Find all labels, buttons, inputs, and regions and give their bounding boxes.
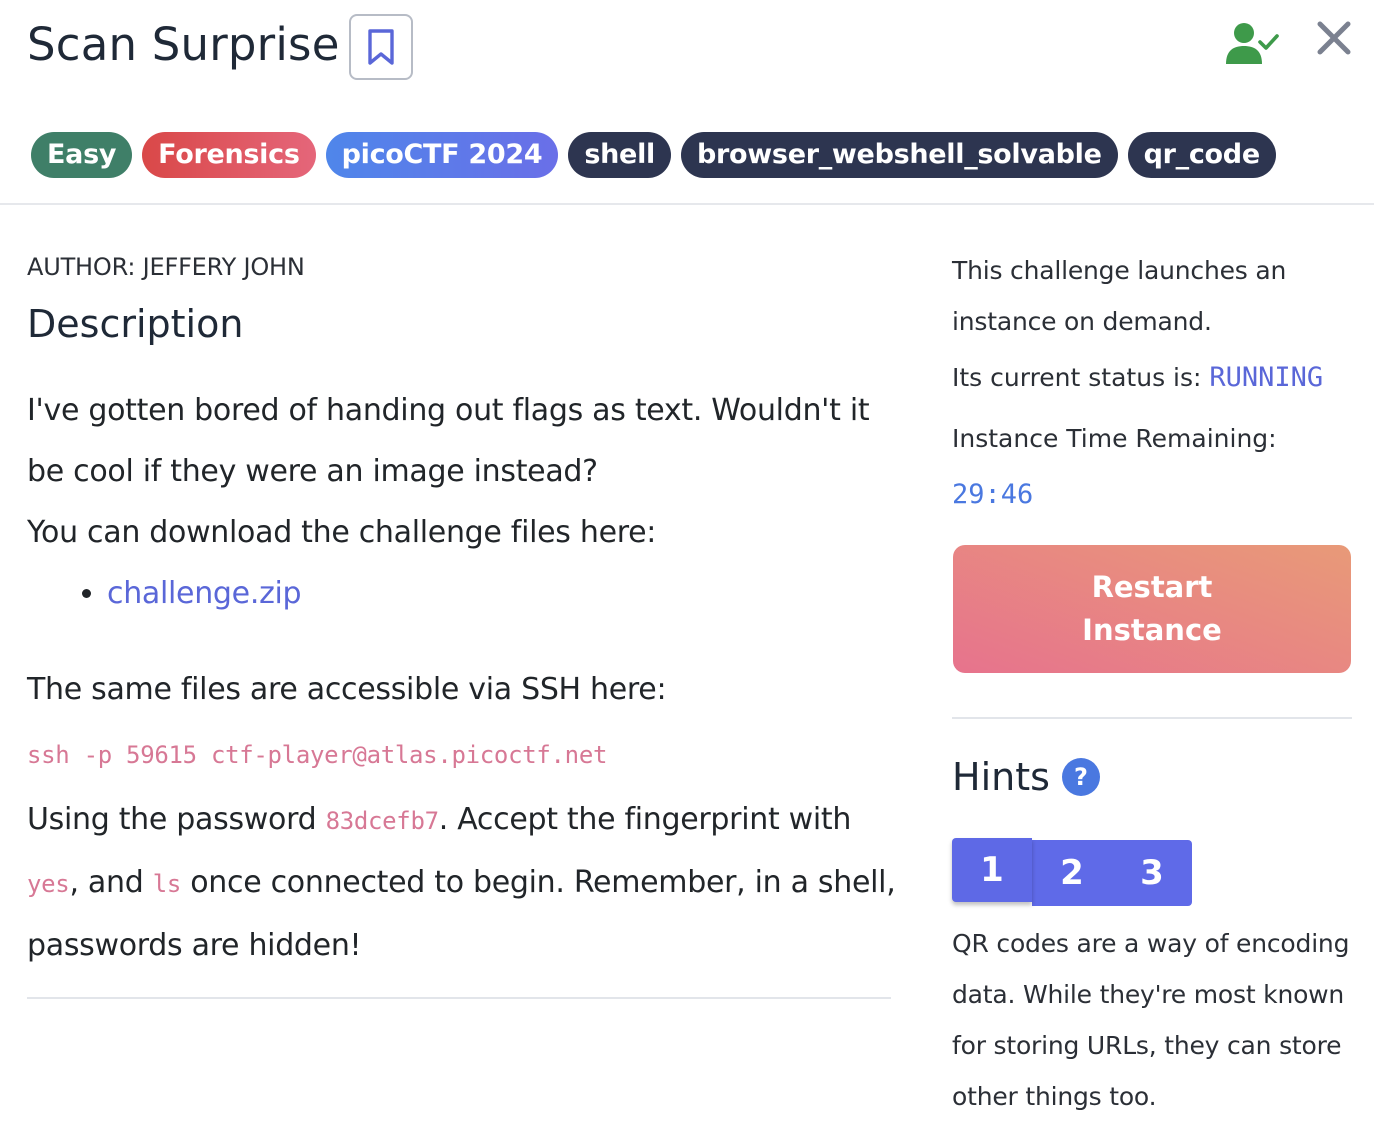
description-heading: Description	[27, 302, 244, 346]
status-badge: RUNNING	[1209, 362, 1324, 393]
download-text: You can download the challenge files her…	[27, 515, 657, 550]
file-list: challenge.zip	[27, 563, 907, 624]
help-icon[interactable]: ?	[1061, 758, 1100, 796]
hint-content: QR codes are a way of encoding data. Whi…	[952, 929, 1350, 1111]
and-text: , and	[69, 865, 153, 900]
restart-label-line1: Restart	[1091, 570, 1213, 604]
status-label: Its current status is:	[952, 363, 1210, 392]
tag-qr-code[interactable]: qr_code	[1127, 132, 1276, 178]
ls-code: ls	[152, 870, 182, 898]
hint-tab-2[interactable]: 2	[1032, 840, 1112, 906]
description-divider	[27, 997, 891, 999]
hint-tab-1[interactable]: 1	[952, 838, 1032, 902]
description-body: I've gotten bored of handing out flags a…	[27, 380, 907, 976]
yes-code: yes	[27, 870, 70, 898]
restart-label-line2: Instance	[1082, 613, 1222, 647]
time-remaining-label: Instance Time Remaining:	[952, 424, 1277, 453]
intro-text: I've gotten bored of handing out flags a…	[27, 393, 870, 489]
instance-info: This challenge launches an instance on d…	[952, 256, 1287, 336]
tag-browser-webshell[interactable]: browser_webshell_solvable	[680, 132, 1118, 178]
bookmark-button[interactable]	[349, 14, 413, 80]
hint-tab-3[interactable]: 3	[1112, 840, 1192, 906]
page-title: Scan Surprise	[27, 18, 340, 71]
ssh-command[interactable]: ssh -p 59615 ctf-player@atlas.picoctf.ne…	[27, 741, 607, 769]
bookmark-icon	[368, 29, 394, 65]
password-prefix: Using the password	[27, 802, 326, 837]
header-divider	[0, 203, 1374, 205]
hints-heading: Hints ?	[952, 755, 1100, 799]
sidebar-divider	[952, 717, 1352, 719]
ssh-text: The same files are accessible via SSH he…	[27, 672, 667, 707]
hint-tabs: 1 2 3	[952, 838, 1192, 906]
password-paragraph: Using the password 83dcefb7. Accept the …	[27, 789, 907, 976]
fingerprint-text: . Accept the fingerprint with	[438, 802, 852, 837]
instance-sidebar: This challenge launches an instance on d…	[952, 245, 1352, 1111]
restart-instance-button[interactable]: Restart Instance	[953, 545, 1351, 673]
tag-event[interactable]: picoCTF 2024	[325, 132, 559, 178]
tag-difficulty[interactable]: Easy	[31, 132, 133, 178]
tag-category[interactable]: Forensics	[142, 132, 316, 178]
password-value[interactable]: 83dcefb7	[326, 807, 440, 835]
list-item: challenge.zip	[107, 563, 907, 624]
close-icon[interactable]	[1314, 18, 1354, 58]
tag-list: Easy Forensics picoCTF 2024 shell browse…	[31, 132, 1276, 178]
author-label: AUTHOR: JEFFERY JOHN	[27, 253, 305, 281]
status-line: Its current status is: RUNNING	[952, 350, 1352, 406]
hints-title: Hints	[952, 755, 1050, 799]
user-check-icon[interactable]	[1224, 20, 1280, 66]
time-remaining-value: 29:46	[952, 479, 1034, 510]
challenge-zip-link[interactable]: challenge.zip	[107, 576, 302, 611]
tag-shell[interactable]: shell	[568, 132, 671, 178]
